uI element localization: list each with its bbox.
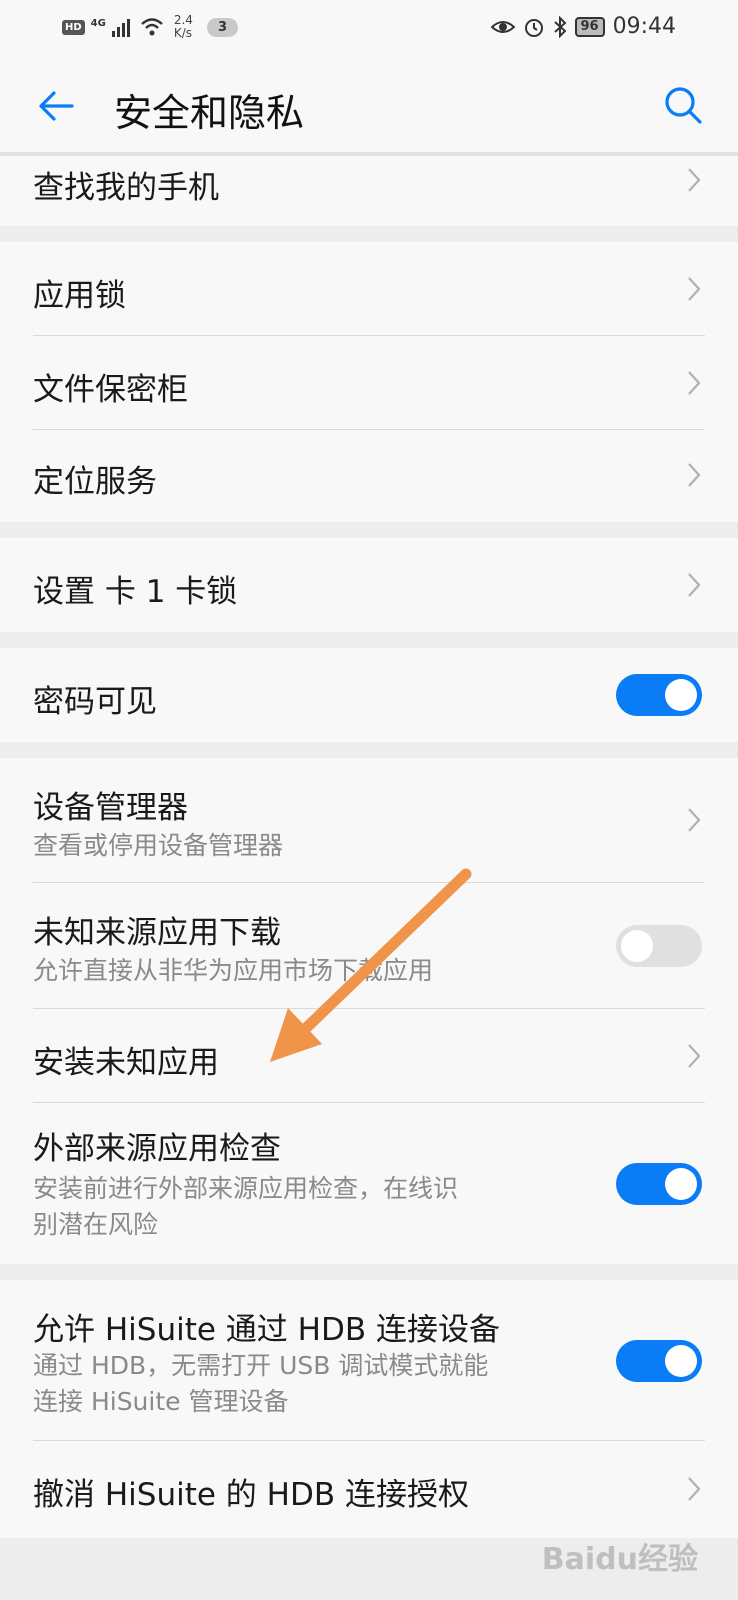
notification-badge: 3 xyxy=(206,17,238,37)
settings-row-file-safe[interactable]: 文件保密柜 xyxy=(0,336,738,429)
hd-icon: HD xyxy=(62,19,85,35)
status-right: 96 09:44 xyxy=(490,14,676,39)
row-subtitle: 通过 HDB，无需打开 USB 调试模式就能 xyxy=(33,1351,489,1380)
toggle-knob xyxy=(621,930,653,962)
network-label: 4G xyxy=(90,17,106,29)
toggle-knob xyxy=(665,1168,697,1200)
settings-row-revoke-hdb[interactable]: 撤消 HiSuite 的 HDB 连接授权 xyxy=(0,1441,738,1538)
row-label: 撤消 HiSuite 的 HDB 连接授权 xyxy=(33,1477,469,1513)
card-security-features: 应用锁 文件保密柜 定位服务 xyxy=(0,242,738,522)
chevron-right-icon xyxy=(688,808,701,832)
row-subtitle: 允许直接从非华为应用市场下载应用 xyxy=(33,956,434,985)
password-visible-toggle[interactable] xyxy=(616,674,702,716)
card-password-visible: 密码可见 xyxy=(0,648,738,742)
battery-icon: 96 xyxy=(574,16,605,37)
row-label: 密码可见 xyxy=(33,684,157,720)
settings-row-device-admin[interactable]: 设备管理器 查看或停用设备管理器 xyxy=(0,758,738,882)
chevron-right-icon xyxy=(688,277,701,301)
row-subtitle-line2: 连接 HiSuite 管理设备 xyxy=(33,1387,289,1416)
row-subtitle-line2: 别潜在风险 xyxy=(33,1210,159,1239)
page-title: 安全和隐私 xyxy=(114,91,305,135)
card-sim-lock: 设置 卡 1 卡锁 xyxy=(0,538,738,632)
row-label: 允许 HiSuite 通过 HDB 连接设备 xyxy=(33,1312,500,1348)
settings-row-app-lock[interactable]: 应用锁 xyxy=(0,242,738,335)
settings-row-hisuite-hdb: 允许 HiSuite 通过 HDB 连接设备 通过 HDB，无需打开 USB 调… xyxy=(0,1280,738,1440)
search-icon[interactable] xyxy=(662,84,704,126)
row-label: 设置 卡 1 卡锁 xyxy=(33,574,238,610)
network-speed: 2.4 K/s xyxy=(174,14,193,40)
back-arrow-icon[interactable] xyxy=(36,86,76,126)
settings-row-sim-lock[interactable]: 设置 卡 1 卡锁 xyxy=(0,538,738,632)
settings-row-install-unknown[interactable]: 安装未知应用 xyxy=(0,1009,738,1102)
row-label: 文件保密柜 xyxy=(33,372,188,408)
hisuite-hdb-toggle[interactable] xyxy=(616,1340,702,1382)
wifi-icon xyxy=(141,18,163,36)
row-label: 应用锁 xyxy=(33,278,126,314)
settings-row-unknown-source-download: 未知来源应用下载 允许直接从非华为应用市场下载应用 xyxy=(0,883,738,1007)
chevron-right-icon xyxy=(688,1477,701,1501)
status-left: HD 4G 2.4 K/s 3 xyxy=(62,14,238,40)
row-subtitle: 安装前进行外部来源应用检查，在线识 xyxy=(33,1174,459,1203)
card-device-security: 设备管理器 查看或停用设备管理器 未知来源应用下载 允许直接从非华为应用市场下载… xyxy=(0,758,738,1264)
alarm-icon xyxy=(524,18,543,37)
clock: 09:44 xyxy=(612,14,676,39)
card-hisuite: 允许 HiSuite 通过 HDB 连接设备 通过 HDB，无需打开 USB 调… xyxy=(0,1280,738,1538)
bluetooth-icon xyxy=(553,15,566,38)
row-label: 设备管理器 xyxy=(33,790,188,826)
settings-row-external-check: 外部来源应用检查 安装前进行外部来源应用检查，在线识 别潜在风险 xyxy=(0,1103,738,1264)
chevron-right-icon xyxy=(688,463,701,487)
row-subtitle: 查看或停用设备管理器 xyxy=(33,831,284,860)
row-label: 安装未知应用 xyxy=(33,1045,219,1081)
settings-row-find-phone[interactable]: 查找我的手机 xyxy=(0,156,738,226)
status-bar: HD 4G 2.4 K/s 3 96 09:44 xyxy=(0,0,738,60)
unknown-source-download-toggle[interactable] xyxy=(616,925,702,967)
watermark-logo: Baidu经验 xyxy=(541,1542,698,1577)
signal-icon xyxy=(111,19,130,37)
card-find-phone: 查找我的手机 xyxy=(0,156,738,226)
toggle-knob xyxy=(665,1345,697,1377)
eye-comfort-icon xyxy=(490,20,515,33)
row-label: 外部来源应用检查 xyxy=(33,1131,281,1167)
row-label: 查找我的手机 xyxy=(33,170,219,206)
speed-unit: K/s xyxy=(173,26,193,40)
row-label: 未知来源应用下载 xyxy=(33,915,281,951)
chevron-right-icon xyxy=(688,573,701,597)
settings-row-location[interactable]: 定位服务 xyxy=(0,430,738,522)
app-bar: 安全和隐私 xyxy=(0,60,738,152)
toggle-knob xyxy=(665,679,697,711)
external-check-toggle[interactable] xyxy=(616,1163,702,1205)
chevron-right-icon xyxy=(688,168,701,192)
chevron-right-icon xyxy=(688,1044,701,1068)
settings-row-password-visible: 密码可见 xyxy=(0,648,738,742)
chevron-right-icon xyxy=(688,371,701,395)
row-label: 定位服务 xyxy=(33,464,157,500)
